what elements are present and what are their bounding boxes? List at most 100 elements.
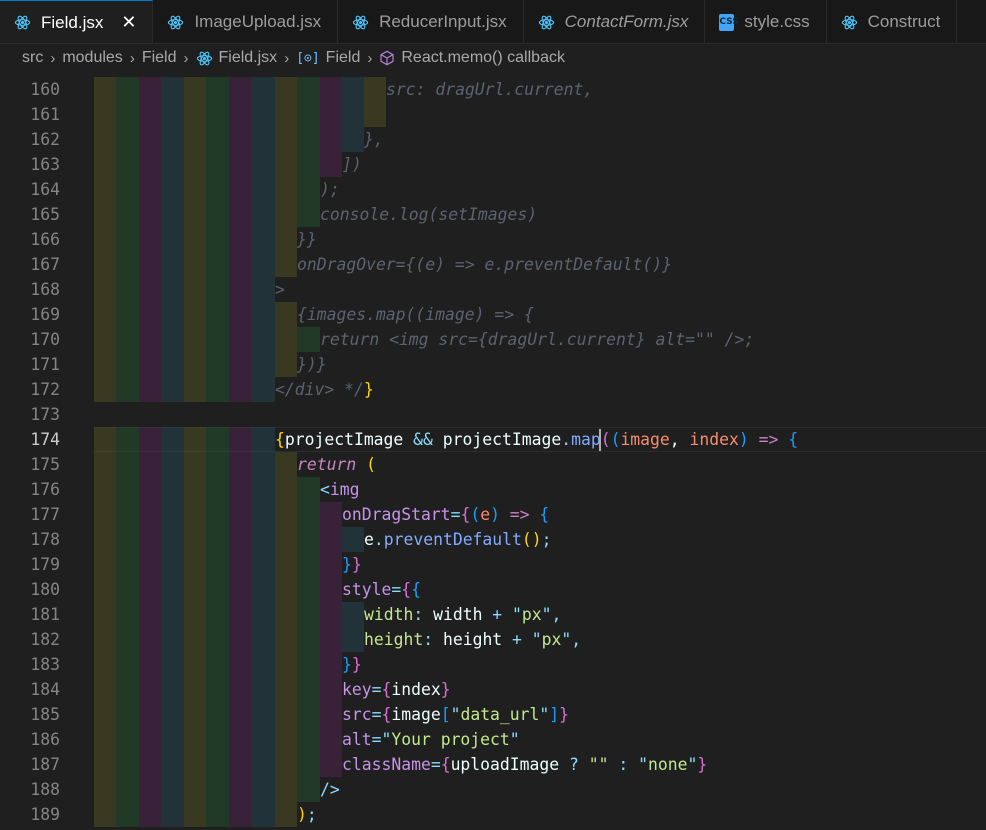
breadcrumb-item[interactable]: modules bbox=[62, 49, 122, 67]
indent-guide bbox=[206, 177, 229, 202]
code-line[interactable]: 163]) bbox=[0, 152, 986, 177]
code-token: { bbox=[401, 580, 412, 599]
code-line[interactable]: 179}} bbox=[0, 552, 986, 577]
indent-guide bbox=[161, 777, 184, 802]
code-line[interactable]: 170 return <img src={dragUrl.current} alt… bbox=[0, 327, 986, 352]
indent-guide bbox=[320, 552, 342, 577]
code-token: } bbox=[559, 705, 570, 724]
code-token: alt bbox=[342, 730, 372, 749]
indent-guide bbox=[139, 727, 161, 752]
breadcrumb-item[interactable]: src bbox=[22, 49, 43, 67]
code-line[interactable]: 169 {images.map((image) => { bbox=[0, 302, 986, 327]
code-line[interactable]: 186 alt="Your project" bbox=[0, 727, 986, 752]
indent-guide bbox=[184, 602, 206, 627]
line-number: 180 bbox=[30, 580, 60, 599]
indent-guide bbox=[229, 777, 251, 802]
breadcrumb-label: src bbox=[22, 49, 44, 66]
code-line[interactable]: 180 style={{ bbox=[0, 577, 986, 602]
indent-guide bbox=[139, 652, 161, 677]
breadcrumb-item[interactable]: [⊙] Field bbox=[296, 49, 360, 67]
tab-style-css[interactable]: CSS style.css bbox=[705, 0, 827, 43]
line-number: 163 bbox=[30, 155, 60, 174]
indent-guide bbox=[139, 227, 161, 252]
indent-guide bbox=[161, 627, 184, 652]
code-line[interactable]: 161 bbox=[0, 102, 986, 127]
tab-imageupload-jsx[interactable]: ImageUpload.jsx bbox=[153, 0, 339, 43]
code-line[interactable]: 173 bbox=[0, 402, 986, 427]
code-token: { bbox=[788, 430, 799, 449]
code-text: e.preventDefault(); bbox=[364, 527, 552, 552]
code-editor[interactable]: 160 src: dragUrl.current, 161 162}, 163]) 164… bbox=[0, 72, 986, 830]
indent-guide bbox=[184, 77, 206, 102]
indent-guide bbox=[229, 227, 251, 252]
indent-guide bbox=[229, 752, 251, 777]
code-line[interactable]: 166}} bbox=[0, 227, 986, 252]
code-line[interactable]: 177 onDragStart={(e) => { bbox=[0, 502, 986, 527]
code-line[interactable]: 178 e.preventDefault(); bbox=[0, 527, 986, 552]
indent-guide bbox=[94, 752, 116, 777]
code-line[interactable]: 174 {projectImage && projectImage.map((im… bbox=[0, 427, 986, 452]
code-line[interactable]: 189); bbox=[0, 802, 986, 827]
code-line[interactable]: 162}, bbox=[0, 127, 986, 152]
code-line[interactable]: 167 onDragOver={(e) => e.preventDefault()… bbox=[0, 252, 986, 277]
indent-guide bbox=[229, 277, 251, 302]
code-token: " bbox=[512, 605, 522, 624]
indent-guide bbox=[275, 577, 297, 602]
breadcrumb-item[interactable]: React.memo() callback bbox=[379, 49, 565, 67]
close-icon[interactable]: ✕ bbox=[121, 12, 136, 33]
css-badge: CSS bbox=[719, 13, 739, 31]
indent-guide bbox=[161, 277, 184, 302]
code-line[interactable]: 183}} bbox=[0, 652, 986, 677]
breadcrumb-label: Field bbox=[141, 49, 177, 66]
code-token: onDragOver={(e) => e.preventDefault()} bbox=[297, 255, 672, 274]
code-line[interactable]: 187 className={uploadImage ? "" : "none"} bbox=[0, 752, 986, 777]
code-line[interactable]: 188 /> bbox=[0, 777, 986, 802]
indent-guide bbox=[116, 177, 139, 202]
indent-guide bbox=[229, 577, 251, 602]
chevron-right-icon: › bbox=[183, 49, 189, 67]
indent-guide bbox=[161, 327, 184, 352]
code-line[interactable]: 160 src: dragUrl.current, bbox=[0, 77, 986, 102]
indent-guide bbox=[206, 452, 229, 477]
code-line[interactable]: 165 console.log(setImages) bbox=[0, 202, 986, 227]
breadcrumb-item[interactable]: Field bbox=[142, 49, 177, 67]
code-line[interactable]: 172 </div> */} bbox=[0, 377, 986, 402]
line-number: 185 bbox=[30, 705, 60, 724]
line-number: 187 bbox=[30, 755, 60, 774]
tab-contactform-jsx[interactable]: ContactForm.jsx bbox=[523, 0, 706, 43]
code-line[interactable]: 164); bbox=[0, 177, 986, 202]
code-line[interactable]: 182 height: height + "px", bbox=[0, 627, 986, 652]
indent-guide bbox=[139, 152, 161, 177]
code-line[interactable]: 175 return ( bbox=[0, 452, 986, 477]
indent-guide bbox=[206, 777, 229, 802]
code-line[interactable]: 171})} bbox=[0, 352, 986, 377]
indent-guide bbox=[251, 477, 275, 502]
code-line[interactable]: 185 src={image["data_url"]} bbox=[0, 702, 986, 727]
breadcrumb-item[interactable]: Field.jsx bbox=[196, 49, 277, 67]
indent-guide bbox=[184, 652, 206, 677]
tab-construct[interactable]: Construct bbox=[826, 0, 958, 43]
indent-guide bbox=[229, 677, 251, 702]
indent-guide bbox=[320, 127, 342, 152]
indent-guide bbox=[297, 652, 320, 677]
code-line[interactable]: 176 <img bbox=[0, 477, 986, 502]
code-token: " bbox=[509, 730, 520, 749]
tab-label: ContactForm.jsx bbox=[564, 12, 689, 31]
code-token: data_url bbox=[460, 705, 540, 724]
code-line[interactable]: 181 width: width + "px", bbox=[0, 602, 986, 627]
code-line[interactable]: 168 > bbox=[0, 277, 986, 302]
indent-guide bbox=[94, 227, 116, 252]
indent-guide bbox=[94, 152, 116, 177]
indent-guide bbox=[206, 502, 229, 527]
code-line[interactable]: 184 key={index} bbox=[0, 677, 986, 702]
text-cursor bbox=[599, 429, 601, 451]
chevron-right-icon: › bbox=[50, 49, 56, 67]
indent-guide bbox=[139, 102, 161, 127]
indent-guide bbox=[139, 527, 161, 552]
tab-field-jsx[interactable]: Field.jsx ✕ bbox=[0, 0, 154, 43]
tab-reducerinput-jsx[interactable]: ReducerInput.jsx bbox=[338, 0, 524, 43]
line-number: 181 bbox=[30, 605, 60, 624]
code-token: { bbox=[460, 505, 471, 524]
indent-guide bbox=[275, 627, 297, 652]
indent-guide bbox=[161, 727, 184, 752]
